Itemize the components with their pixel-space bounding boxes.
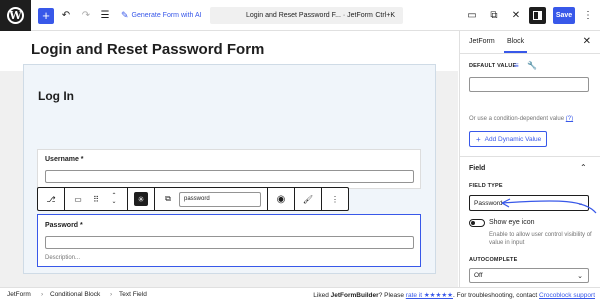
sidebar-tabs: JetForm Block ✕: [460, 31, 600, 54]
more-options-group: ⋮: [322, 188, 348, 210]
view-post-icon[interactable]: ⧉: [487, 7, 501, 24]
field-settings-icon[interactable]: ✳: [134, 192, 148, 206]
footer-please-text: ? Please: [378, 292, 406, 299]
field-section-title[interactable]: Field: [469, 165, 485, 172]
breadcrumb-separator: ›: [41, 291, 44, 298]
document-overview-icon[interactable]: ☰: [98, 7, 112, 24]
block-type-group: ▭ ⠿ ⌃ ⌄: [65, 188, 128, 210]
breadcrumb-conditional-block[interactable]: Conditional Block: [50, 291, 100, 298]
field-name-group: ⧉ password: [155, 188, 268, 210]
document-title: Login and Reset Password F... · JetForm: [246, 12, 373, 19]
generate-form-button[interactable]: ✎ Generate Form with AI: [121, 10, 202, 21]
database-icon[interactable]: ≡: [514, 61, 519, 70]
footer-liked-text: Liked: [313, 292, 331, 299]
show-eye-toggle[interactable]: [469, 219, 485, 227]
command-shortcut: Ctrl+K: [375, 12, 395, 19]
add-dynamic-value-button[interactable]: + Add Dynamic Value: [469, 131, 547, 147]
eye-icon[interactable]: ◉: [274, 192, 288, 206]
page-title[interactable]: Login and Reset Password Form: [31, 41, 264, 58]
select-parent-icon[interactable]: ⎇: [44, 192, 58, 206]
autocomplete-label: AUTOCOMPLETE: [469, 257, 518, 263]
breadcrumb-separator: ›: [110, 291, 113, 298]
options-menu-icon[interactable]: ⋮: [582, 7, 594, 24]
more-options-icon[interactable]: ⋮: [328, 192, 342, 206]
copy-icon[interactable]: ⧉: [161, 192, 175, 206]
undo-icon[interactable]: ↶: [59, 7, 73, 24]
tab-block[interactable]: Block: [503, 38, 528, 53]
field-type-label: FIELD TYPE: [469, 183, 503, 189]
plus-icon: +: [476, 134, 481, 144]
footer-troubleshoot-text: . For troubleshooting, contact: [453, 292, 539, 299]
sidebar-icon: [533, 11, 542, 20]
support-link[interactable]: Crocoblock support: [539, 292, 595, 299]
breadcrumb-text-field[interactable]: Text Field: [119, 291, 147, 298]
field-name-input[interactable]: password: [179, 191, 261, 207]
preview-icon[interactable]: ▭: [465, 7, 479, 24]
block-toolbar: ⎇ ▭ ⠿ ⌃ ⌄ ✳ ⧉ password ◉ 🖌 ⋮: [37, 187, 349, 211]
section-divider: [459, 156, 600, 157]
default-value-input[interactable]: [469, 77, 589, 92]
text-field-icon[interactable]: ▭: [71, 192, 85, 206]
username-label: Username *: [45, 156, 84, 163]
form-heading[interactable]: Log In: [38, 89, 74, 103]
wordpress-icon: W: [7, 7, 24, 24]
rate-link[interactable]: rate it ★★★★★: [406, 292, 453, 299]
default-value-label: DEFAULT VALUE: [469, 63, 517, 69]
tab-jetform[interactable]: JetForm: [469, 38, 495, 45]
save-button[interactable]: Save: [553, 7, 575, 24]
show-eye-label: Show eye icon: [489, 219, 535, 226]
condition-label: Or use a condition-dependent value: [469, 116, 565, 122]
close-icon[interactable]: ✕: [509, 7, 523, 24]
autocomplete-select[interactable]: Off ⌄: [469, 268, 589, 283]
autocomplete-value: Off: [474, 272, 483, 279]
username-input[interactable]: [45, 170, 414, 183]
add-block-button[interactable]: +: [38, 8, 54, 24]
status-footer: JetForm › Conditional Block › Text Field…: [0, 287, 600, 300]
wordpress-logo[interactable]: W: [0, 0, 31, 31]
annotation-arrow: [501, 198, 597, 214]
show-eye-help: Enable to allow user control visibility …: [489, 232, 592, 246]
close-sidebar-icon[interactable]: ✕: [583, 36, 591, 47]
move-up-down-icon[interactable]: ⌃ ⌄: [107, 192, 121, 206]
chevron-down-icon: ⌄: [577, 272, 583, 280]
wrench-icon[interactable]: 🔧: [527, 61, 537, 70]
parent-select-group: ⎇: [38, 188, 65, 210]
field-settings-group: ✳: [128, 188, 155, 210]
condition-help-link[interactable]: (?): [566, 116, 573, 122]
settings-sidebar-toggle[interactable]: [529, 7, 546, 24]
visibility-group: ◉: [268, 188, 295, 210]
condition-text: Or use a condition-dependent value (?): [469, 116, 573, 122]
breadcrumb-jetform[interactable]: JetForm: [7, 291, 31, 298]
brush-icon[interactable]: 🖌: [301, 192, 315, 206]
document-bar[interactable]: Login and Reset Password F... · JetForm …: [210, 7, 403, 24]
collapse-icon[interactable]: ⌃: [580, 163, 587, 172]
editor-topbar: W + ↶ ↷ ☰ ✎ Generate Form with AI Login …: [0, 0, 600, 31]
password-label: Password *: [45, 222, 83, 229]
password-description[interactable]: Description...: [45, 255, 80, 261]
footer-brand: JetFormBuilder: [330, 292, 379, 299]
drag-handle-icon[interactable]: ⠿: [89, 192, 103, 206]
magic-wand-icon: ✎: [121, 10, 129, 20]
style-group: 🖌: [295, 188, 322, 210]
footer-credit: Liked JetFormBuilder? Please rate it ★★★…: [313, 291, 595, 299]
password-input[interactable]: [45, 236, 414, 249]
add-dynamic-label: Add Dynamic Value: [484, 135, 542, 143]
redo-icon[interactable]: ↷: [79, 7, 93, 24]
username-field-block[interactable]: [37, 149, 421, 189]
generate-form-label: Generate Form with AI: [131, 12, 202, 19]
